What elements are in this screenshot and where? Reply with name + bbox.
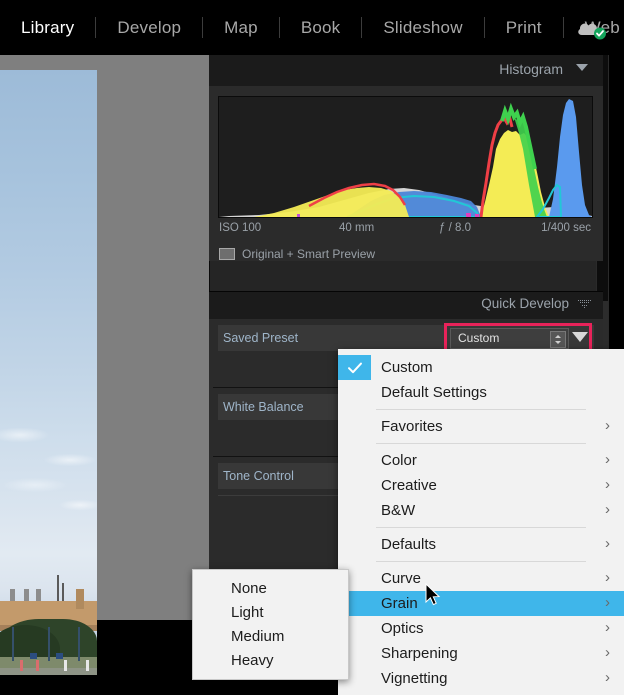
module-slideshow[interactable]: Slideshow xyxy=(362,18,483,38)
menu-item-color[interactable]: Color › xyxy=(338,448,624,473)
menu-item-label: Vignetting xyxy=(381,670,448,687)
menu-item-creative[interactable]: Creative › xyxy=(338,473,624,498)
menu-item-label: B&W xyxy=(381,502,416,519)
preview-rect-icon xyxy=(219,248,235,260)
module-list: Library Develop Map Book Slideshow Print Web xyxy=(0,0,624,55)
main-content: Histogram ISO 100 40 mm ƒ / 8.0 1/400 se… xyxy=(0,55,624,695)
menu-item-label: Curve xyxy=(381,570,422,587)
utility-pole xyxy=(12,627,14,661)
grain-submenu[interactable]: None Light Medium Heavy xyxy=(192,569,349,680)
marker-post xyxy=(86,660,89,671)
menu-item-b-w[interactable]: B&W › xyxy=(338,498,624,523)
menu-item-custom[interactable]: Custom xyxy=(338,355,624,380)
chevron-right-icon: › xyxy=(605,619,610,636)
qd-label-saved-preset: Saved Preset xyxy=(223,331,299,345)
chevron-right-icon: › xyxy=(605,501,610,518)
module-map[interactable]: Map xyxy=(203,18,279,38)
menu-item-label: Grain xyxy=(381,595,418,612)
menu-item-default-settings[interactable]: Default Settings xyxy=(338,380,624,405)
histogram-plot[interactable] xyxy=(218,96,593,218)
street-sign xyxy=(56,653,63,659)
menu-item-grain[interactable]: Grain › xyxy=(338,591,624,616)
module-book[interactable]: Book xyxy=(280,18,362,38)
exif-shutter-speed: 1/400 sec xyxy=(541,222,591,234)
menu-item-defaults[interactable]: Defaults › xyxy=(338,532,624,557)
menu-item-label: Default Settings xyxy=(381,384,487,401)
menu-separator xyxy=(376,561,586,562)
lightroom-window: Library Develop Map Book Slideshow Print Web xyxy=(0,0,624,695)
road xyxy=(0,668,97,675)
module-library[interactable]: Library xyxy=(0,18,95,38)
chevron-right-icon: › xyxy=(605,417,610,434)
submenu-item-medium[interactable]: Medium xyxy=(193,624,348,648)
chevron-right-icon: › xyxy=(605,594,610,611)
utility-pole xyxy=(78,627,80,661)
marker-post xyxy=(20,660,23,671)
histogram-svg xyxy=(219,97,592,217)
marker-post xyxy=(64,660,67,671)
clouds xyxy=(0,405,97,525)
cloud-check-icon[interactable] xyxy=(576,17,610,41)
menu-item-favorites[interactable]: Favorites › xyxy=(338,414,624,439)
menu-item-vignetting[interactable]: Vignetting › xyxy=(338,666,624,691)
module-picker-bar: Library Develop Map Book Slideshow Print Web xyxy=(0,0,624,55)
menu-item-curve[interactable]: Curve › xyxy=(338,566,624,591)
chevron-right-icon: › xyxy=(605,669,610,686)
menu-item-label: Sharpening xyxy=(381,645,458,662)
menu-item-label: Favorites xyxy=(381,418,443,435)
menu-item-label: Optics xyxy=(381,620,424,637)
qd-label-white-balance: White Balance xyxy=(223,400,304,414)
module-develop[interactable]: Develop xyxy=(96,18,202,38)
chevron-right-icon: › xyxy=(605,451,610,468)
preview-status-label: Original + Smart Preview xyxy=(242,247,376,261)
qd-label-tone-control: Tone Control xyxy=(223,469,294,483)
utility-pole xyxy=(48,627,50,661)
chevron-right-icon: › xyxy=(605,476,610,493)
preset-dropdown-menu[interactable]: Custom Default Settings Favorites › Color › Cr… xyxy=(338,349,624,695)
histogram-header: Histogram xyxy=(209,55,603,86)
exif-focal-length: 40 mm xyxy=(339,222,375,234)
menu-separator xyxy=(376,443,586,444)
chevron-right-icon: › xyxy=(605,644,610,661)
menu-item-label: Creative xyxy=(381,477,437,494)
histogram-panel: ISO 100 40 mm ƒ / 8.0 1/400 sec Original… xyxy=(209,86,603,261)
building-tower xyxy=(76,589,84,609)
menu-separator xyxy=(376,527,586,528)
chevron-right-icon: › xyxy=(605,535,610,552)
histogram-exif: ISO 100 40 mm ƒ / 8.0 1/400 sec xyxy=(219,222,591,242)
saved-preset-combo[interactable]: Custom xyxy=(450,328,569,349)
histogram-title: Histogram xyxy=(499,61,563,77)
marker-post xyxy=(36,660,39,671)
photo-preview[interactable] xyxy=(0,70,97,675)
submenu-item-heavy[interactable]: Heavy xyxy=(193,648,348,672)
spinner-updown-icon[interactable] xyxy=(550,330,566,348)
menu-item-label: Defaults xyxy=(381,536,437,553)
exif-aperture: ƒ / 8.0 xyxy=(439,222,471,234)
quick-develop-title: Quick Develop xyxy=(481,296,569,311)
exif-iso: ISO 100 xyxy=(219,222,262,234)
menu-separator xyxy=(376,409,586,410)
submenu-item-none[interactable]: None xyxy=(193,576,348,600)
menu-item-label: Color xyxy=(381,452,417,469)
street-sign xyxy=(30,653,37,659)
saved-preset-value: Custom xyxy=(458,331,500,345)
triangle-down-icon[interactable] xyxy=(576,64,588,71)
stippled-triangle-icon[interactable] xyxy=(578,300,591,310)
module-print[interactable]: Print xyxy=(485,18,563,38)
preset-dropdown-triangle-icon[interactable] xyxy=(572,332,588,342)
checkmark-icon xyxy=(338,355,371,380)
quick-develop-header[interactable]: Quick Develop xyxy=(209,291,603,320)
menu-item-sharpening[interactable]: Sharpening › xyxy=(338,641,624,666)
submenu-item-light[interactable]: Light xyxy=(193,600,348,624)
sky-region xyxy=(0,70,97,675)
chevron-right-icon: › xyxy=(605,569,610,586)
preview-status-row: Original + Smart Preview xyxy=(219,247,375,261)
